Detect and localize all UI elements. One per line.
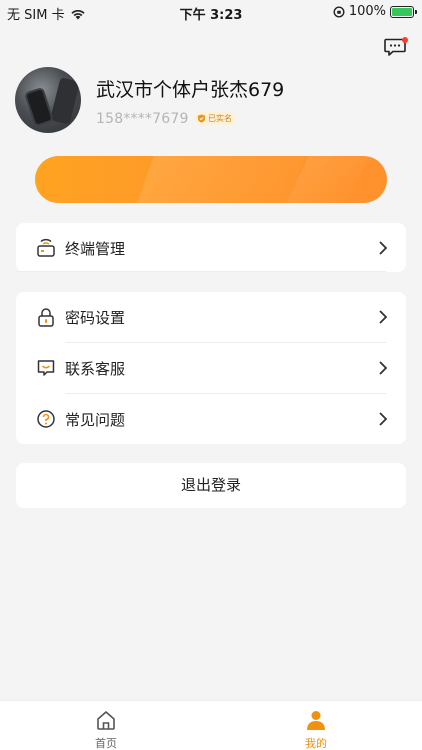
menu-card-devices: 终端管理 [16,223,406,272]
logout-button[interactable]: 退出登录 [16,463,406,508]
chevron-right-icon [379,412,387,426]
user-icon [307,711,325,730]
menu-item-faq[interactable]: 常见问题 [16,394,406,445]
menu-item-label: 密码设置 [65,309,126,327]
battery-icon [390,5,417,18]
customer-service-icon [37,360,55,376]
tab-bar: 首页 我的 [0,700,422,750]
chevron-right-icon [379,361,387,375]
promo-banner[interactable] [35,156,387,203]
tab-label: 我的 [305,737,327,750]
user-name: 武汉市个体户张杰679 [96,79,285,101]
menu-item-contact-service[interactable]: 联系客服 [16,343,406,394]
battery-percent: 100% [348,4,386,19]
tab-home[interactable]: 首页 [66,701,146,750]
menu-item-label: 联系客服 [65,360,126,378]
menu-item-label: 终端管理 [65,240,126,258]
orientation-lock-icon [333,5,345,18]
home-icon [97,711,115,730]
chevron-right-icon [379,241,387,255]
terminal-device-icon [37,238,55,257]
shield-check-icon [197,114,206,123]
tab-label: 首页 [95,737,117,750]
avatar[interactable] [15,67,81,133]
lock-icon [38,308,54,327]
menu-item-label: 常见问题 [65,411,126,429]
user-phone: 158****7679 [96,111,189,127]
menu-item-terminal-management[interactable]: 终端管理 [16,223,406,272]
verified-badge: 已实名 [195,112,236,125]
status-bar: 无 SIM 卡 下午 3:23 100% [0,0,422,24]
unread-dot [402,37,408,43]
menu-item-password-settings[interactable]: 密码设置 [16,292,406,343]
verified-label: 已实名 [208,114,232,123]
question-icon [37,410,55,428]
menu-card-support: 密码设置 联系客服 常见问题 [16,292,406,444]
chevron-right-icon [379,310,387,324]
tab-mine[interactable]: 我的 [276,701,356,750]
